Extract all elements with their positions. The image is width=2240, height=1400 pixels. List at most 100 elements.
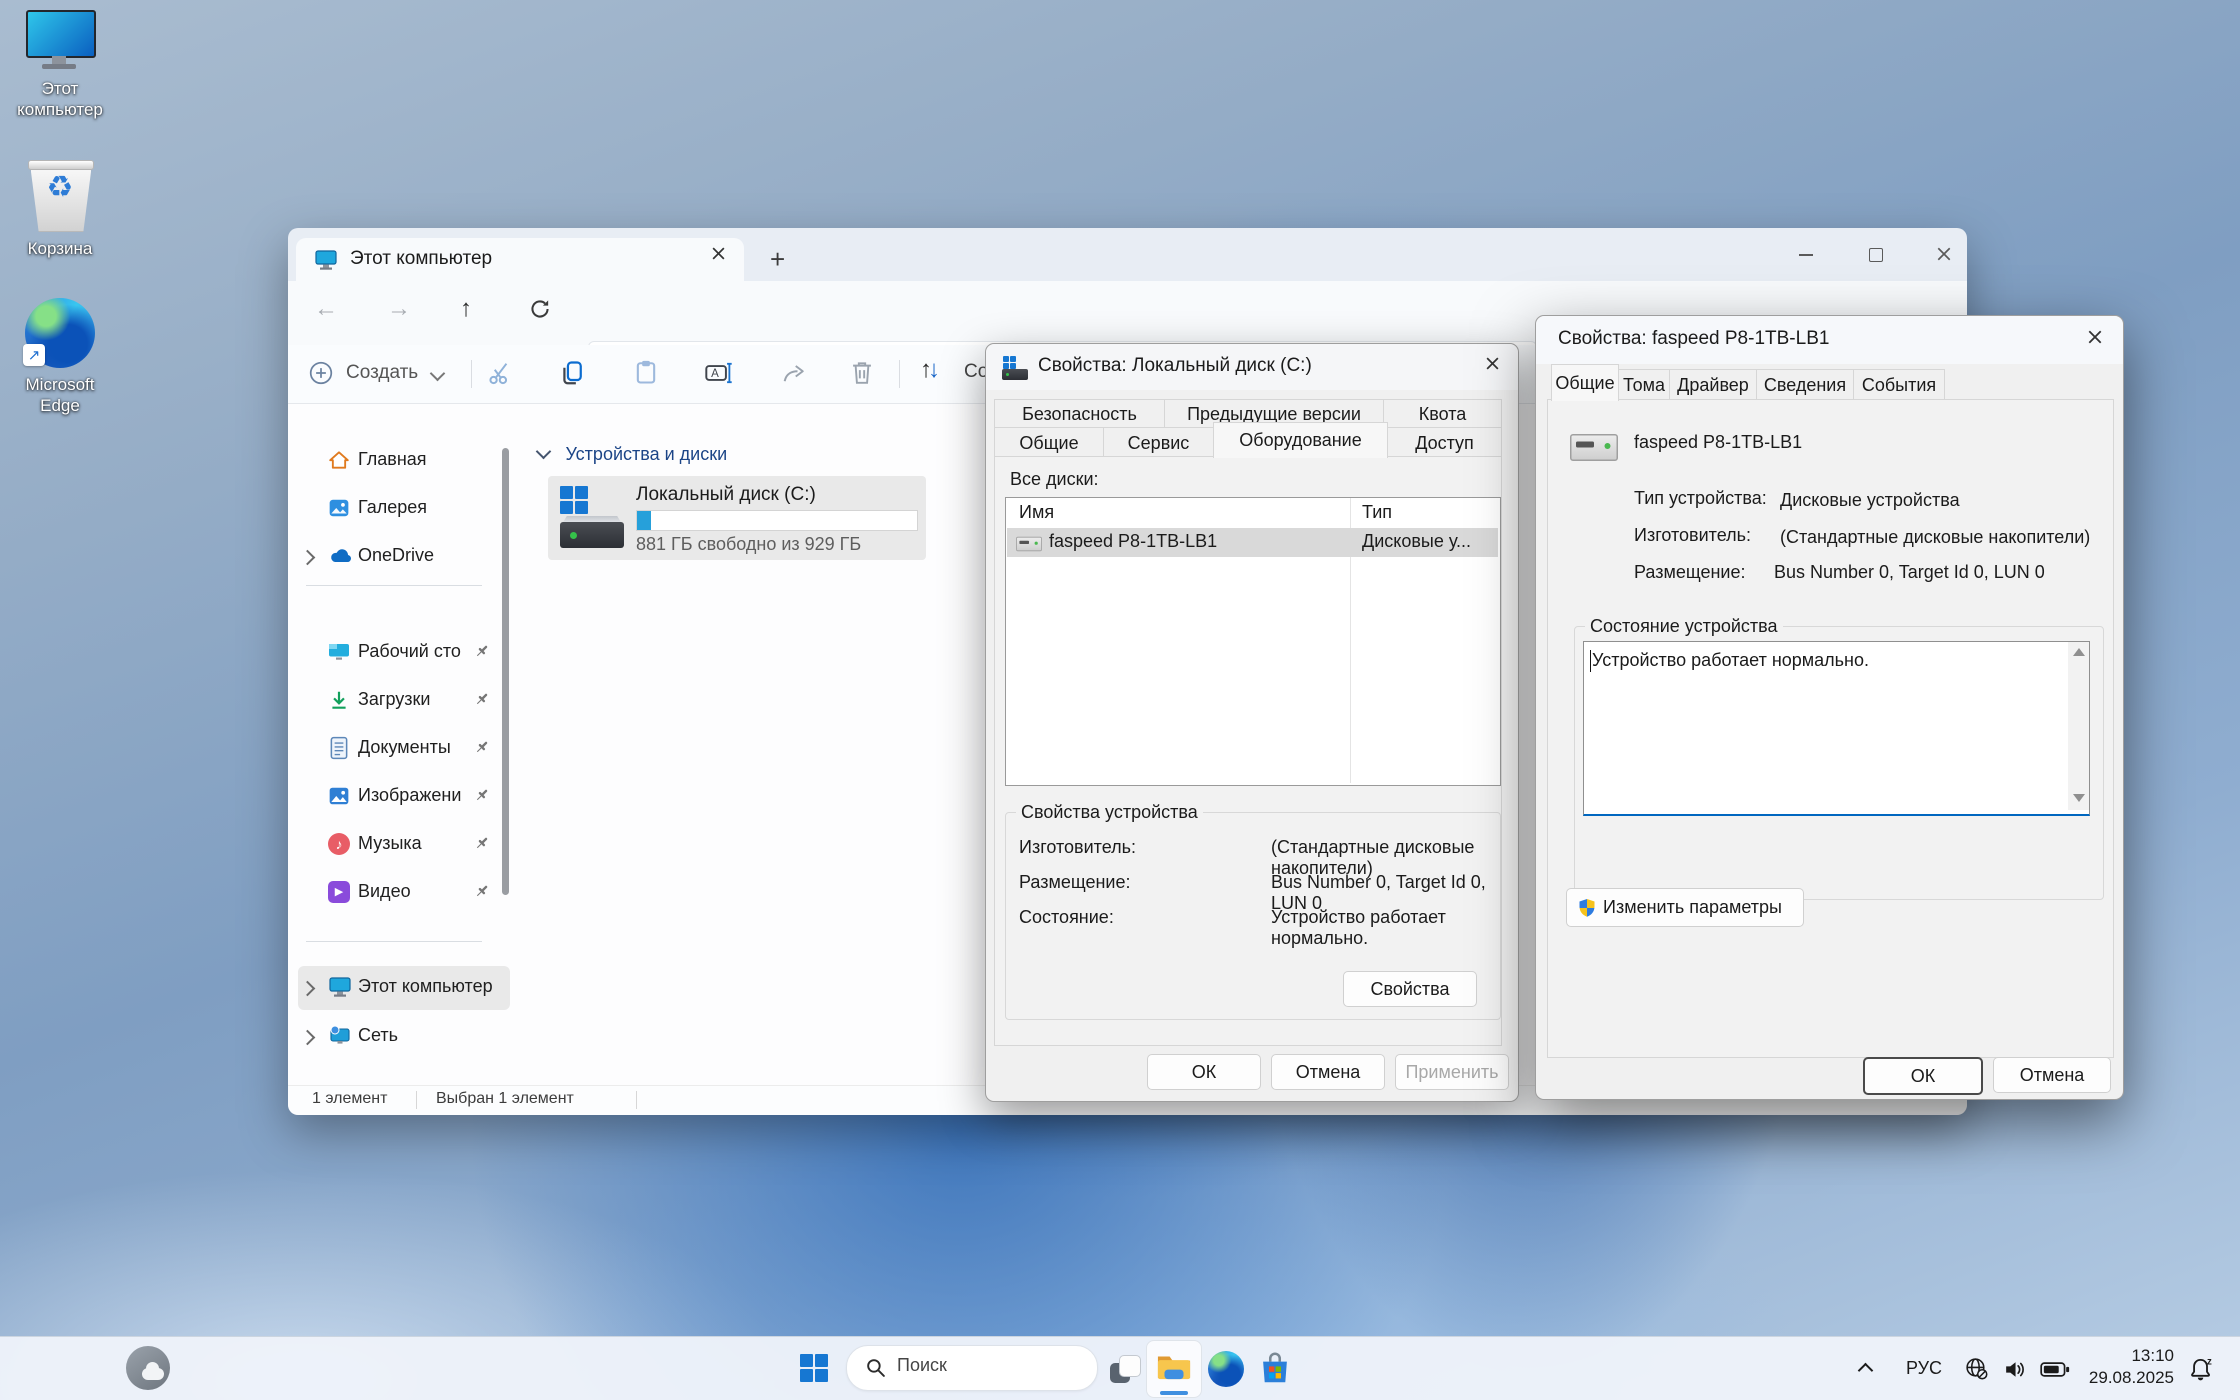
- apply-button[interactable]: Применить: [1395, 1054, 1509, 1090]
- sidebar-item-home[interactable]: Главная: [298, 439, 500, 483]
- location-label: Размещение:: [1634, 562, 1745, 583]
- textbox-scrollbar[interactable]: [2068, 642, 2089, 810]
- sidebar-item-music[interactable]: ♪ Музыка: [298, 823, 500, 867]
- ok-button[interactable]: ОК: [1147, 1054, 1261, 1090]
- sidebar-item-this-pc[interactable]: Этот компьютер: [298, 966, 510, 1010]
- sidebar-item-downloads[interactable]: Загрузки: [298, 679, 500, 723]
- disks-list[interactable]: Имя Тип faspeed P8-1TB-LB1 Дисковые у...: [1005, 497, 1501, 786]
- section-header-devices[interactable]: Устройства и диски: [538, 444, 727, 465]
- column-header-name[interactable]: Имя: [1019, 502, 1054, 523]
- tab-details[interactable]: Сведения: [1756, 369, 1854, 401]
- tab-events[interactable]: События: [1853, 369, 1945, 401]
- ok-button[interactable]: ОК: [1863, 1057, 1983, 1095]
- tab-driver[interactable]: Драйвер: [1669, 369, 1757, 401]
- list-row-type: Дисковые у...: [1362, 531, 1471, 552]
- sidebar-item-label: Изображени: [358, 785, 461, 806]
- sidebar-item-desktop[interactable]: Рабочий сто: [298, 631, 500, 675]
- tab-title: Этот компьютер: [350, 248, 492, 270]
- share-icon[interactable]: [780, 359, 808, 392]
- rename-icon[interactable]: A: [704, 359, 734, 392]
- explorer-tab[interactable]: Этот компьютер: [296, 238, 744, 282]
- tab-tools[interactable]: Сервис: [1103, 427, 1214, 458]
- device-properties-dialog: Свойства: faspeed P8-1TB-LB1 Общие Тома …: [1535, 315, 2124, 1100]
- maximize-button[interactable]: [1853, 236, 1899, 272]
- cancel-button[interactable]: Отмена: [1993, 1057, 2111, 1093]
- new-tab-button[interactable]: +: [770, 244, 785, 275]
- dialog-titlebar[interactable]: Свойства: faspeed P8-1TB-LB1: [1536, 316, 2123, 364]
- up-icon[interactable]: ↑: [460, 295, 472, 323]
- language-indicator[interactable]: РУС: [1906, 1358, 1942, 1379]
- desktop-icon-recycle-bin[interactable]: ♻ Корзина: [0, 160, 120, 259]
- sort-icon[interactable]: ↑↓: [920, 356, 940, 384]
- forward-icon[interactable]: →: [387, 295, 411, 323]
- expander-chevron-icon[interactable]: [300, 981, 316, 997]
- tab-general[interactable]: Общие: [994, 427, 1104, 458]
- desktop-icon-edge[interactable]: ↗ Microsoft Edge: [0, 298, 120, 417]
- copy-icon[interactable]: [558, 359, 586, 392]
- scroll-up-icon[interactable]: [2073, 648, 2085, 656]
- device-state-textbox[interactable]: Устройство работает нормально.: [1583, 641, 2090, 816]
- expander-chevron-icon[interactable]: [300, 550, 316, 566]
- tab-volumes[interactable]: Тома: [1618, 369, 1670, 401]
- group-label: Свойства устройства: [1016, 802, 1203, 823]
- minimize-button[interactable]: [1783, 236, 1829, 272]
- file-explorer-taskbar-button[interactable]: [1146, 1340, 1202, 1398]
- widgets-weather-icon[interactable]: [126, 1346, 170, 1390]
- network-globe-icon[interactable]: [1964, 1356, 1989, 1386]
- back-icon[interactable]: ←: [314, 295, 338, 323]
- pin-icon: [474, 883, 490, 904]
- paste-icon[interactable]: [632, 358, 660, 391]
- cancel-button[interactable]: Отмена: [1271, 1054, 1385, 1090]
- tab-general[interactable]: Общие: [1551, 364, 1619, 401]
- sidebar-item-network[interactable]: Сеть: [298, 1015, 500, 1059]
- battery-icon[interactable]: [2040, 1361, 2070, 1383]
- clock[interactable]: 13:10 29.08.2025: [2078, 1345, 2174, 1389]
- expander-chevron-icon[interactable]: [300, 1030, 316, 1046]
- pin-icon: [474, 835, 490, 856]
- task-view-icon[interactable]: [1106, 1351, 1142, 1387]
- recycle-glyph: ♻: [28, 170, 92, 205]
- sidebar-divider: [306, 585, 482, 586]
- dialog-close-icon[interactable]: [1478, 356, 1506, 380]
- svg-text:A: A: [711, 368, 719, 380]
- sidebar-item-onedrive[interactable]: OneDrive: [298, 535, 500, 579]
- notification-bell-icon[interactable]: z: [2186, 1355, 2214, 1387]
- start-button[interactable]: [800, 1354, 828, 1382]
- chevron-down-icon: [430, 366, 446, 382]
- volume-icon[interactable]: [2002, 1357, 2027, 1387]
- sidebar-item-documents[interactable]: Документы: [298, 727, 500, 771]
- tab-close-icon[interactable]: [704, 246, 732, 274]
- properties-button[interactable]: Свойства: [1343, 971, 1477, 1007]
- list-row-selected[interactable]: faspeed P8-1TB-LB1 Дисковые у...: [1007, 528, 1498, 557]
- gallery-icon: [328, 497, 350, 524]
- edge-taskbar-icon[interactable]: [1208, 1351, 1244, 1387]
- tab-sharing[interactable]: Доступ: [1387, 427, 1502, 458]
- sidebar-item-label: Главная: [358, 449, 427, 470]
- tab-quota[interactable]: Квота: [1383, 399, 1502, 428]
- dialog-titlebar[interactable]: Свойства: Локальный диск (C:): [986, 344, 1518, 390]
- sidebar-item-pictures[interactable]: Изображени: [298, 775, 500, 819]
- recycle-bin-icon: ♻: [28, 160, 92, 232]
- tab-hardware[interactable]: Оборудование: [1213, 422, 1388, 458]
- search-box[interactable]: Поиск: [846, 1345, 1098, 1391]
- create-button[interactable]: Создать: [308, 355, 458, 393]
- store-icon[interactable]: [1256, 1349, 1294, 1392]
- network-icon: [328, 1025, 352, 1052]
- cut-icon[interactable]: [486, 359, 514, 392]
- dialog-close-icon[interactable]: [2081, 329, 2109, 353]
- scroll-down-icon[interactable]: [2073, 794, 2085, 802]
- sidebar-item-label: Рабочий сто: [358, 641, 461, 662]
- sidebar-item-gallery[interactable]: Галерея: [298, 487, 500, 531]
- disk-tile[interactable]: Локальный диск (C:) 881 ГБ свободно из 9…: [548, 476, 926, 560]
- column-header-type[interactable]: Тип: [1362, 502, 1392, 523]
- tray-chevron-up-icon[interactable]: [1858, 1363, 1874, 1379]
- refresh-icon[interactable]: [528, 297, 552, 326]
- change-settings-button[interactable]: Изменить параметры: [1566, 888, 1804, 927]
- delete-icon[interactable]: [848, 358, 876, 391]
- desktop-icon-this-pc[interactable]: Этот компьютер: [0, 10, 120, 121]
- sidebar-item-videos[interactable]: ▶ Видео: [298, 871, 500, 915]
- window-close-icon[interactable]: [1921, 236, 1967, 272]
- tab-security[interactable]: Безопасность: [994, 399, 1165, 428]
- manufacturer-label: Изготовитель:: [1019, 837, 1136, 858]
- sidebar-scrollbar[interactable]: [502, 448, 509, 895]
